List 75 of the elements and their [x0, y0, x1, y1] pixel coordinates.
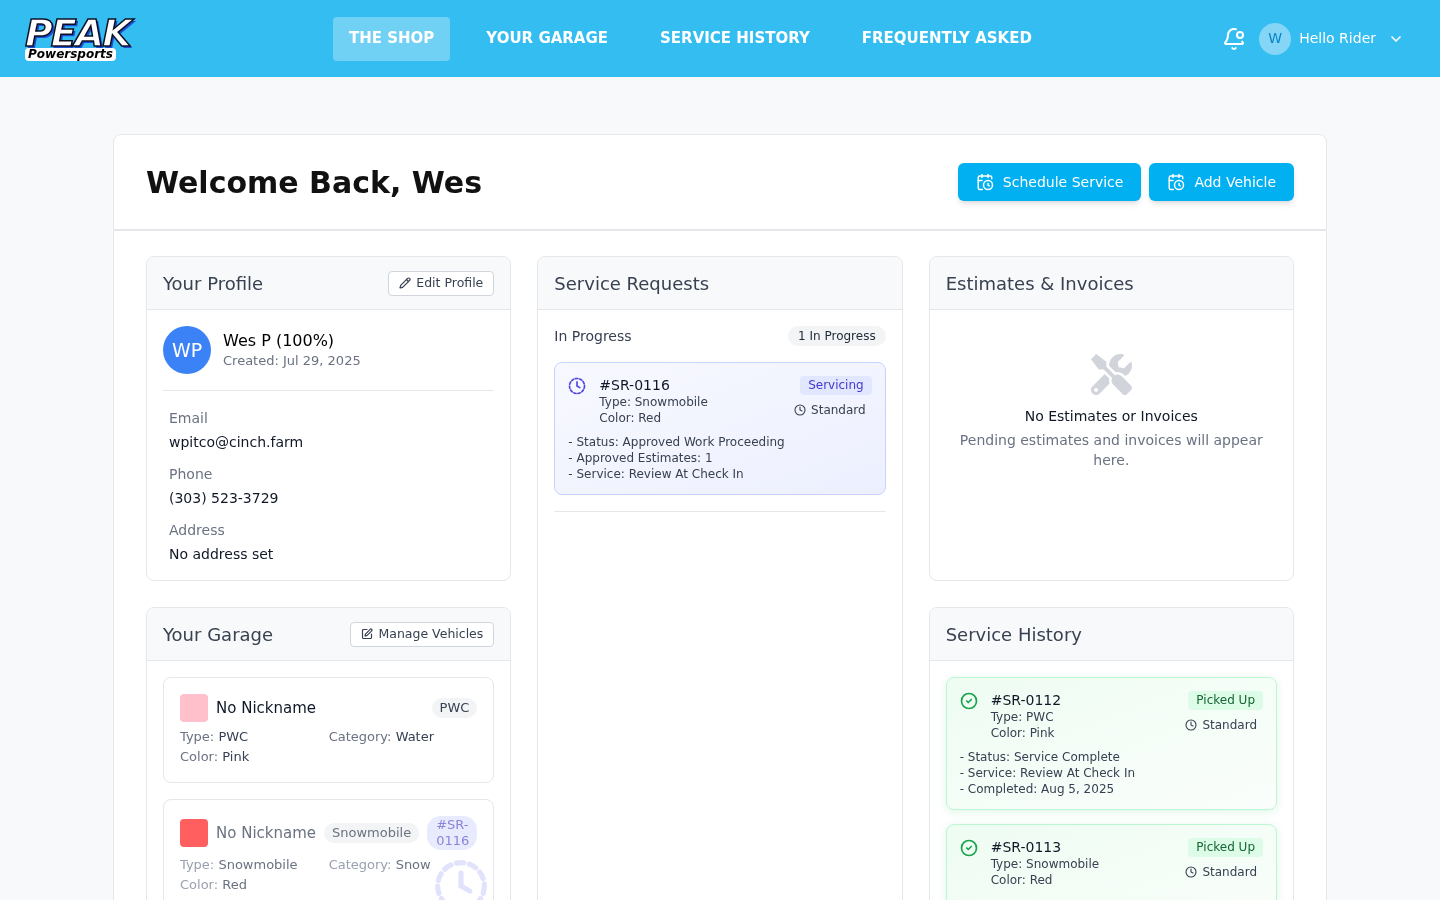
notification-bell-icon[interactable] — [1222, 26, 1247, 51]
edit-square-icon — [361, 628, 374, 640]
request-id: #SR-0113 — [990, 838, 1063, 856]
panel-title: Your Profile — [163, 271, 264, 296]
action-button[interactable]: Add Vehicle — [1149, 163, 1294, 201]
status-badge: Servicing — [800, 376, 872, 395]
request-type: Type: Snowmobile — [990, 856, 1100, 872]
service-ref-tag: #SR-0116 — [427, 816, 478, 850]
group-label: In Progress — [554, 326, 632, 346]
request-type: Type: PWC — [990, 709, 1055, 725]
priority-label: Standard — [1202, 864, 1257, 880]
vehicle-detail: Category: Water — [328, 728, 436, 746]
vehicle-detail: Color: Red — [180, 876, 248, 894]
check-circle-icon — [959, 839, 978, 857]
clock-icon — [1185, 866, 1198, 878]
welcome-title: Welcome Back, Wes — [146, 163, 482, 202]
vehicle-name: No Nickname — [216, 697, 317, 719]
request-id: #SR-0112 — [990, 691, 1062, 709]
edit-profile-button[interactable]: Edit Profile — [388, 270, 495, 296]
profile-name: Wes P (100%) — [223, 330, 336, 352]
field-value: (303) 523-3729 — [169, 489, 280, 508]
request-type: Type: Snowmobile — [599, 394, 708, 410]
status-badge: Picked Up — [1188, 838, 1263, 857]
vehicle-name: No Nickname — [216, 822, 317, 844]
nav-tab[interactable]: FREQUENTLY ASKED — [845, 16, 1048, 61]
empty-title: No Estimates or Invoices — [1024, 407, 1198, 426]
priority-label: Standard — [1202, 717, 1257, 733]
request-note: - Status: Approved Work Proceeding — [568, 434, 786, 450]
request-note: - Service: Review At Check In — [568, 466, 745, 482]
request-note: - Completed: Aug 5, 2025 — [959, 781, 1116, 797]
count-badge: 1 In Progress — [788, 326, 886, 346]
vehicle-detail: Color: Pink — [180, 748, 251, 766]
profile-avatar: WP — [163, 326, 211, 374]
vehicle-detail: Category: Snow — [328, 856, 432, 874]
user-avatar: W — [1259, 22, 1292, 55]
vehicle-type-tag: Snowmobile — [324, 823, 420, 843]
clock-icon — [568, 377, 587, 395]
field-value: No address set — [169, 545, 275, 564]
request-note: - Service: Review At Check In — [959, 765, 1137, 781]
field-label: Address — [169, 521, 226, 540]
panel-title: Service History — [945, 622, 1082, 647]
priority-label: Standard — [811, 402, 866, 418]
calendar-clock-icon — [975, 173, 994, 191]
request-note: - Status: Service Complete — [959, 749, 1121, 765]
clock-icon — [433, 858, 490, 900]
profile-created: Created: Jul 29, 2025 — [223, 352, 361, 370]
request-color: Color: Pink — [990, 725, 1056, 741]
vehicle-detail: Type: PWC — [180, 728, 250, 746]
tools-icon — [1090, 354, 1132, 395]
nav-tab[interactable]: THE SHOP — [333, 16, 451, 61]
request-note: - Approved Estimates: 1 — [568, 450, 714, 466]
vehicle-detail: Type: Snowmobile — [180, 856, 299, 874]
manage-vehicles-button[interactable]: Manage Vehicles — [350, 621, 495, 647]
field-value: wpitco@cinch.farm — [169, 433, 305, 452]
nav-tab[interactable]: YOUR GARAGE — [470, 16, 625, 61]
request-color: Color: Red — [599, 410, 663, 426]
logo-tagline: Powersports — [25, 48, 116, 61]
check-circle-icon — [959, 692, 978, 710]
user-greeting[interactable]: Hello Rider — [1299, 28, 1376, 49]
request-color: Color: Red — [990, 872, 1054, 888]
request-id: #SR-0116 — [599, 376, 671, 394]
action-button[interactable]: Schedule Service — [957, 163, 1142, 201]
vehicle-type-tag: PWC — [431, 698, 478, 718]
panel-title: Service Requests — [554, 271, 710, 296]
status-badge: Picked Up — [1188, 691, 1263, 710]
panel-title: Estimates & Invoices — [945, 271, 1134, 296]
field-label: Phone — [169, 465, 214, 484]
clock-icon — [1185, 719, 1198, 731]
field-label: Email — [169, 409, 209, 428]
clock-icon — [794, 404, 807, 416]
calendar-clock-icon — [1167, 173, 1186, 191]
empty-text: Pending estimates and invoices will appear here. — [958, 431, 1264, 470]
pencil-icon — [399, 277, 412, 289]
nav-tab[interactable]: SERVICE HISTORY — [644, 16, 826, 61]
panel-title: Your Garage — [163, 622, 274, 647]
